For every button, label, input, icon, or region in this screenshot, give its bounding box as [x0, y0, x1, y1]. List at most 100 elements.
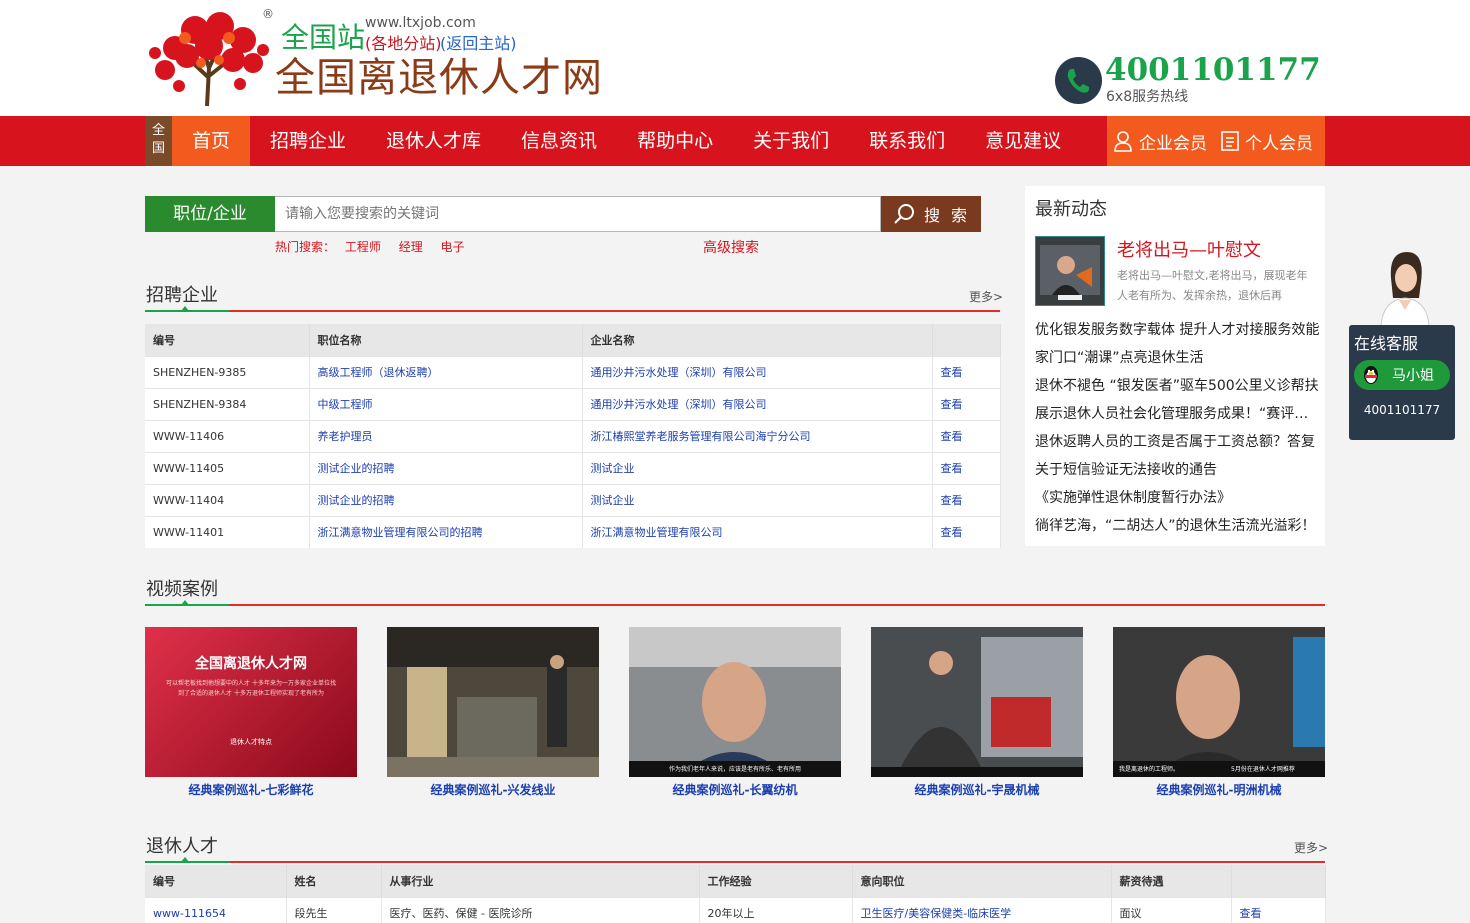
registered-mark: ® [262, 7, 274, 21]
agent-name: 马小姐 [1392, 368, 1434, 384]
nav-contact[interactable]: 联系我们 [849, 116, 965, 166]
view-link[interactable]: 查看 [932, 451, 1001, 484]
video-thumbnail[interactable]: 我是离退休的工程师。 5月份在退休人才网推荐 [1113, 627, 1325, 777]
region-label: 全国 [151, 123, 165, 156]
job-title-link[interactable]: 测试企业的招聘 [309, 483, 583, 516]
featured-news-link[interactable]: 老将出马—叶慰文 [1117, 236, 1261, 262]
col-desired-position: 意向职位 [852, 865, 1112, 897]
table-row: SHENZHEN-9385 高级工程师（退休返聘） 通用沙井污水处理（深圳）有限公司… [145, 355, 1001, 388]
nav-recruit-companies[interactable]: 招聘企业 [250, 116, 366, 166]
table-row: WWW-11405 测试企业的招聘 测试企业 查看 [145, 451, 1001, 484]
nav-about[interactable]: 关于我们 [733, 116, 849, 166]
search-icon [894, 204, 914, 224]
company-link[interactable]: 通用沙井污水处理（深圳）有限公司 [582, 355, 933, 388]
talents-table: 编号 姓名 从事行业 工作经验 意向职位 薪资待遇 www-111654 段先生… [145, 865, 1326, 923]
view-link[interactable]: 查看 [932, 483, 1001, 516]
news-item[interactable]: 徜徉艺海，“二胡达人”的退休生活流光溢彩！ [1035, 512, 1320, 540]
nav-news[interactable]: 信息资讯 [501, 116, 617, 166]
video-caption[interactable]: 经典案例巡礼-兴发线业 [387, 781, 599, 798]
company-link[interactable]: 测试企业 [582, 483, 933, 516]
view-link[interactable]: 查看 [932, 419, 1001, 452]
video-thumb-subtitle: 退休人才特点 [230, 738, 272, 746]
search-type-tab[interactable]: 职位/企业 [145, 196, 275, 232]
news-item[interactable]: 家门口“潮课”点亮退休生活 [1035, 344, 1320, 372]
news-item[interactable]: 展示退休人员社会化管理服务成果！“赛评晒”活动 [1035, 400, 1320, 428]
video-thumbnail[interactable]: 作为我们老年人来说，应该是老有所乐、老有所用 [629, 627, 841, 777]
talent-position-link[interactable]: 卫生医疗/美容保健类-临床医学 [852, 896, 1112, 923]
news-item[interactable]: 退休不褪色 “银发医者”驱车500公里义诊帮扶 [1035, 372, 1320, 400]
featured-news-summary: 老将出马—叶慰文,老将出马，展现老年人老有所为、发挥余热，退休后再 [1117, 269, 1308, 302]
jobs-more-link[interactable]: 更多> [969, 288, 1003, 305]
qq-chat-button[interactable]: 马小姐 [1354, 360, 1450, 390]
nav-items: 首页 招聘企业 退休人才库 信息资讯 帮助中心 关于我们 联系我们 意见建议 [172, 116, 1081, 166]
news-title: 最新动态 [1035, 199, 1107, 220]
video-caption[interactable]: 经典案例巡礼-长翼纺机 [629, 781, 841, 798]
view-link[interactable]: 查看 [932, 387, 1001, 420]
nav-help[interactable]: 帮助中心 [617, 116, 733, 166]
talent-id-link[interactable]: www-111654 [145, 896, 287, 923]
member-area: 企业会员 个人会员 [1107, 116, 1325, 166]
job-title-link[interactable]: 养老护理员 [309, 419, 583, 452]
news-thumbnail[interactable] [1035, 236, 1105, 306]
user-icon [1114, 131, 1132, 152]
hot-keyword[interactable]: 经理 [399, 240, 423, 254]
video-thumbnail[interactable]: 全国离退休人才网 可以帮老板找到他想要中的人才 十多年来为一万多家企业单位找到了… [145, 627, 357, 777]
service-box: 在线客服 马小姐 4001101177 [1349, 325, 1455, 440]
video-card[interactable]: 我是离退休的工程师。 5月份在退休人才网推荐 经典案例巡礼-明洲机械 [1113, 627, 1325, 798]
hot-keyword[interactable]: 工程师 [345, 240, 381, 254]
table-row: WWW-11404 测试企业的招聘 测试企业 查看 [145, 483, 1001, 516]
news-item[interactable]: 优化银发服务数字载体 提升人才对接服务效能 [1035, 316, 1320, 344]
search-button[interactable]: 搜 索 [881, 196, 981, 232]
region-selector[interactable]: 全国 [145, 116, 172, 166]
company-link[interactable]: 测试企业 [582, 451, 933, 484]
advanced-search-link[interactable]: 高级搜索 [703, 237, 759, 257]
company-link[interactable]: 浙江满意物业管理有限公司 [582, 515, 933, 548]
nav-feedback[interactable]: 意见建议 [965, 116, 1081, 166]
service-phone: 4001101177 [1363, 403, 1441, 417]
job-title-link[interactable]: 高级工程师（退休返聘） [309, 355, 583, 388]
video-thumbnail[interactable] [871, 627, 1083, 777]
talent-industry: 医疗、医药、保健 - 医院诊所 [381, 896, 700, 923]
personal-member-link[interactable]: 个人会员 [1221, 129, 1313, 154]
table-row: www-111654 段先生 医疗、医药、保健 - 医院诊所 20年以上 卫生医… [145, 896, 1326, 923]
videos-section-title: 视频案例 [146, 579, 218, 600]
news-item[interactable]: 退休返聘人员的工资是否属于工资总额？答复 [1035, 428, 1320, 456]
video-card[interactable]: 经典案例巡礼-宇晟机械 [871, 627, 1083, 798]
view-link[interactable]: 查看 [932, 355, 1001, 388]
view-link[interactable]: 查看 [932, 515, 1001, 548]
video-caption[interactable]: 经典案例巡礼-明洲机械 [1113, 781, 1325, 798]
site-name[interactable]: 全国离退休人才网 [275, 45, 603, 103]
video-thumbnail[interactable] [387, 627, 599, 777]
news-item[interactable]: 关于短信验证无法接收的通告 [1035, 456, 1320, 484]
enterprise-member-link[interactable]: 企业会员 [1113, 129, 1207, 154]
video-caption[interactable]: 经典案例巡礼-宇晟机械 [871, 781, 1083, 798]
job-title-link[interactable]: 测试企业的招聘 [309, 451, 583, 484]
view-link[interactable]: 查看 [1231, 896, 1326, 923]
video-card[interactable]: 全国离退休人才网 可以帮老板找到他想要中的人才 十多年来为一万多家企业单位找到了… [145, 627, 357, 798]
video-caption[interactable]: 经典案例巡礼-七彩鲜花 [145, 781, 357, 798]
col-company: 企业名称 [582, 324, 933, 356]
company-link[interactable]: 通用沙井污水处理（深圳）有限公司 [582, 387, 933, 420]
video-card[interactable]: 作为我们老年人来说，应该是老有所乐、老有所用 经典案例巡礼-长翼纺机 [629, 627, 841, 798]
job-title-link[interactable]: 浙江满意物业管理有限公司的招聘 [309, 515, 583, 548]
nav-home[interactable]: 首页 [172, 116, 251, 166]
job-id: SHENZHEN-9384 [145, 387, 310, 420]
hotline-label: 6x8服务热线 [1106, 89, 1189, 105]
caret-up-icon [181, 306, 189, 311]
news-item[interactable]: 《实施弹性退休制度暂行办法》 [1035, 484, 1320, 512]
job-title-link[interactable]: 中级工程师 [309, 387, 583, 420]
job-id: WWW-11405 [145, 451, 310, 484]
nav-talent-pool[interactable]: 退休人才库 [366, 116, 501, 166]
search-input[interactable] [275, 196, 881, 232]
hot-keyword[interactable]: 电子 [441, 240, 465, 254]
service-title: 在线客服 [1354, 334, 1419, 353]
video-card[interactable]: 经典案例巡礼-兴发线业 [387, 627, 599, 798]
talents-more-link[interactable]: 更多> [1294, 839, 1328, 856]
news-list: 优化银发服务数字载体 提升人才对接服务效能 家门口“潮课”点亮退休生活 退休不褪… [1035, 316, 1320, 540]
site-header: ® 全国站 www.ltxjob.com (各地分站) (返回主站) 全国离退休… [0, 0, 1470, 116]
talents-section-title: 退休人才 [146, 836, 218, 857]
talent-name: 段先生 [286, 896, 382, 923]
company-link[interactable]: 浙江椿熙堂养老服务管理有限公司海宁分公司 [582, 419, 933, 452]
maple-tree-logo-icon[interactable] [145, 8, 273, 108]
news-panel: 最新动态 老将出马—叶慰文 老将出马—叶慰文,老将出马，展现老年人老有所为、发挥… [1025, 186, 1325, 546]
